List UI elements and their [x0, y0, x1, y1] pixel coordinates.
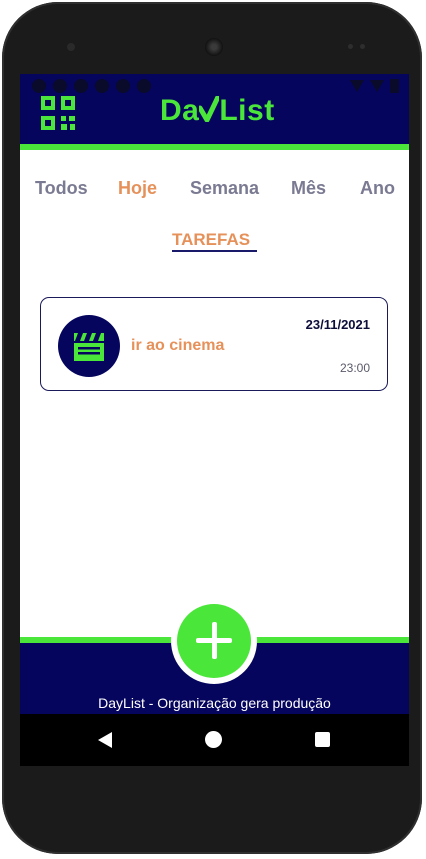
- plus-icon-vertical: [212, 622, 217, 659]
- app-screen: Da List Todos Hoje Semana Mês Ano TAREFA…: [20, 74, 409, 766]
- battery-icon: [390, 79, 399, 93]
- app-title: Da List: [160, 94, 275, 128]
- front-camera: [67, 43, 75, 51]
- add-task-button[interactable]: [177, 604, 251, 678]
- task-card[interactable]: ir ao cinema 23/11/2021 23:00: [40, 297, 388, 391]
- section-title: TAREFAS: [172, 230, 251, 249]
- tab-todos[interactable]: Todos: [35, 178, 88, 199]
- notification-icon: [116, 79, 130, 93]
- tab-ano[interactable]: Ano: [360, 178, 395, 199]
- wifi-icon: [350, 80, 364, 92]
- tab-hoje[interactable]: Hoje: [118, 178, 157, 199]
- phone-frame: Da List Todos Hoje Semana Mês Ano TAREFA…: [2, 2, 422, 854]
- tab-semana[interactable]: Semana: [190, 178, 259, 199]
- notification-icons: [32, 79, 151, 93]
- home-circle-icon[interactable]: [205, 731, 222, 748]
- back-triangle-icon[interactable]: [98, 732, 112, 748]
- notification-icon: [32, 79, 46, 93]
- check-mark-icon: [197, 94, 221, 123]
- tab-mes[interactable]: Mês: [291, 178, 326, 199]
- signal-icon: [370, 80, 384, 92]
- system-navigation-bar: [20, 714, 409, 766]
- footer-tagline: DayList - Organização gera produção: [98, 695, 331, 711]
- clapperboard-icon: [74, 333, 104, 361]
- system-icons: [350, 79, 399, 93]
- notification-icon: [95, 79, 109, 93]
- proximity-sensor: [348, 44, 353, 49]
- check-icon: [197, 94, 221, 123]
- notification-icon: [53, 79, 67, 93]
- task-time: 23:00: [339, 361, 370, 375]
- light-sensor: [360, 44, 365, 49]
- notification-icon: [137, 79, 151, 93]
- app-title-part1: Da: [160, 94, 200, 127]
- task-date: 23/11/2021: [305, 317, 370, 332]
- notification-icon: [74, 79, 88, 93]
- earpiece-speaker: [205, 38, 223, 56]
- task-name: ir ao cinema: [131, 337, 225, 354]
- app-header: Da List: [20, 74, 409, 144]
- period-tabs: Todos Hoje Semana Mês Ano: [20, 178, 409, 202]
- section-underline: [172, 250, 257, 252]
- recent-square-icon[interactable]: [315, 732, 330, 747]
- task-avatar: [58, 315, 120, 377]
- header-accent-line: [20, 144, 409, 150]
- app-title-part2: List: [219, 94, 275, 127]
- qr-code-icon[interactable]: [41, 96, 75, 130]
